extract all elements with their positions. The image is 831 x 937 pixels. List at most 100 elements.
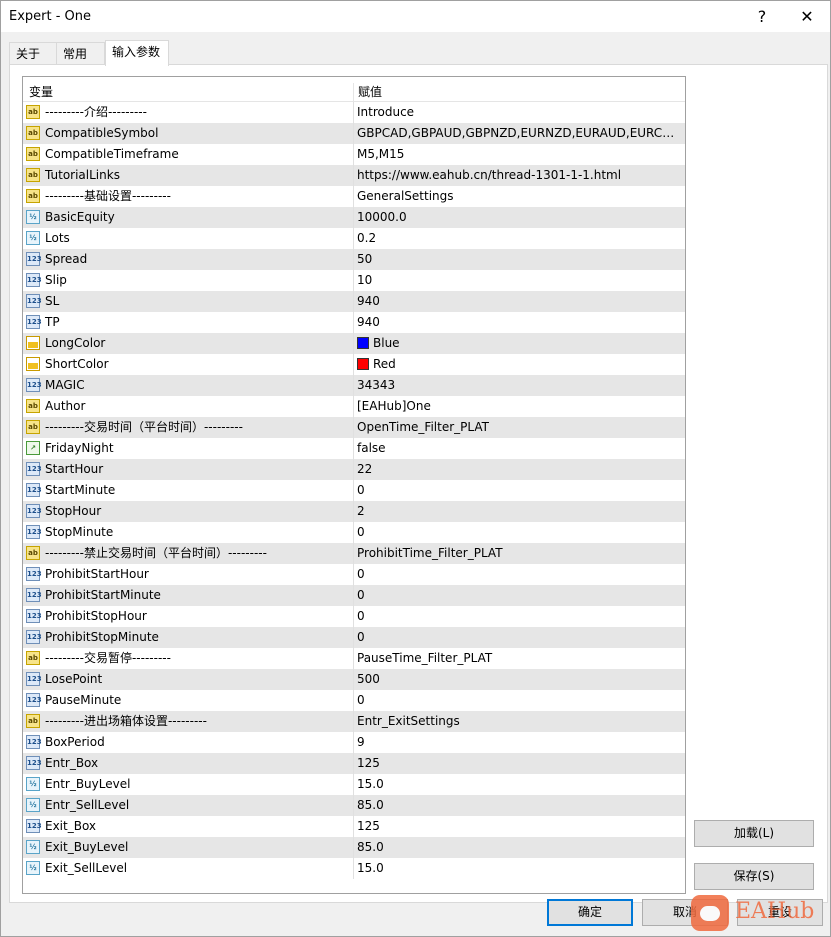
parameter-value[interactable]: [EAHub]One (357, 396, 682, 417)
load-button[interactable]: 加载(L) (694, 820, 814, 847)
tab-about[interactable]: 关于 (9, 42, 58, 64)
cell-divider (353, 501, 354, 522)
column-header-value[interactable]: 赋值 (358, 83, 382, 100)
parameter-row[interactable]: 123 LosePoint 500 (23, 669, 685, 690)
parameter-value[interactable]: 0 (357, 690, 682, 711)
parameter-value[interactable]: 940 (357, 312, 682, 333)
parameter-value[interactable]: 0 (357, 564, 682, 585)
tab-inputs[interactable]: 输入参数 (105, 40, 169, 66)
parameter-row[interactable]: 123 StopMinute 0 (23, 522, 685, 543)
parameter-row[interactable]: ab Author [EAHub]One (23, 396, 685, 417)
parameter-value[interactable]: Entr_ExitSettings (357, 711, 682, 732)
parameter-row[interactable]: ab ---------介绍--------- Introduce (23, 102, 685, 123)
ab-type-icon: ab (26, 147, 40, 161)
parameter-row[interactable]: ½ Exit_BuyLevel 85.0 (23, 837, 685, 858)
parameter-row[interactable]: ↗ FridayNight false (23, 438, 685, 459)
parameter-value[interactable]: 34343 (357, 375, 682, 396)
ok-button[interactable]: 确定 (547, 899, 633, 926)
help-button[interactable]: ? (739, 1, 785, 32)
parameter-row[interactable]: ab TutorialLinks https://www.eahub.cn/thre… (23, 165, 685, 186)
num-type-icon: 123 (26, 756, 42, 770)
parameter-value[interactable]: 0 (357, 606, 682, 627)
parameter-value[interactable]: 940 (357, 291, 682, 312)
parameter-value[interactable]: 0.2 (357, 228, 682, 249)
parameter-row[interactable]: 123 ProhibitStartHour 0 (23, 564, 685, 585)
column-header-variable[interactable]: 变量 (29, 83, 53, 100)
color-swatch[interactable] (357, 358, 369, 370)
num-type-icon: 123 (26, 462, 42, 476)
parameter-value[interactable]: 9 (357, 732, 682, 753)
parameter-row[interactable]: ab CompatibleSymbol GBPCAD,GBPAUD,GBPNZD,E… (23, 123, 685, 144)
parameter-value[interactable]: Blue (357, 333, 682, 354)
tab-common[interactable]: 常用 (56, 42, 105, 64)
parameter-row[interactable]: ShortColor Red (23, 354, 685, 375)
parameter-value[interactable]: 10000.0 (357, 207, 682, 228)
parameter-row[interactable]: ½ Entr_SellLevel 85.0 (23, 795, 685, 816)
parameter-name: Entr_SellLevel (45, 798, 130, 812)
parameter-name: Author (45, 399, 86, 413)
parameter-row[interactable]: 123 Slip 10 (23, 270, 685, 291)
parameter-value[interactable]: GeneralSettings (357, 186, 682, 207)
parameter-value[interactable]: OpenTime_Filter_PLAT (357, 417, 682, 438)
parameter-row[interactable]: 123 StartMinute 0 (23, 480, 685, 501)
parameter-value[interactable]: 50 (357, 249, 682, 270)
color-swatch[interactable] (357, 337, 369, 349)
parameter-value[interactable]: 2 (357, 501, 682, 522)
parameter-value[interactable]: 125 (357, 816, 682, 837)
parameter-row[interactable]: 123 Exit_Box 125 (23, 816, 685, 837)
parameter-value[interactable]: 500 (357, 669, 682, 690)
parameter-row[interactable]: ab ---------基础设置--------- GeneralSettings (23, 186, 685, 207)
parameter-row[interactable]: 123 ProhibitStartMinute 0 (23, 585, 685, 606)
dbl-type-icon: ½ (26, 840, 40, 854)
parameter-row[interactable]: ab CompatibleTimeframe M5,M15 (23, 144, 685, 165)
parameter-row[interactable]: 123 ProhibitStopHour 0 (23, 606, 685, 627)
parameter-value[interactable]: 10 (357, 270, 682, 291)
cell-divider (353, 585, 354, 606)
parameter-name: Entr_Box (45, 756, 99, 770)
parameter-value[interactable]: false (357, 438, 682, 459)
parameter-value[interactable]: ProhibitTime_Filter_PLAT (357, 543, 682, 564)
parameter-name: Exit_Box (45, 819, 97, 833)
parameter-row[interactable]: ab ---------交易时间（平台时间）--------- OpenTime_F… (23, 417, 685, 438)
parameter-row[interactable]: 123 Spread 50 (23, 249, 685, 270)
parameter-row[interactable]: 123 BoxPeriod 9 (23, 732, 685, 753)
parameter-value[interactable]: M5,M15 (357, 144, 682, 165)
parameter-value[interactable]: https://www.eahub.cn/thread-1301-1-1.htm… (357, 165, 682, 186)
parameter-row[interactable]: 123 PauseMinute 0 (23, 690, 685, 711)
parameter-value[interactable]: 0 (357, 522, 682, 543)
parameter-value[interactable]: Red (357, 354, 682, 375)
parameter-value[interactable]: 85.0 (357, 795, 682, 816)
save-button[interactable]: 保存(S) (694, 863, 814, 890)
parameter-row[interactable]: 123 StopHour 2 (23, 501, 685, 522)
parameter-value[interactable]: 15.0 (357, 858, 682, 879)
parameter-row[interactable]: 123 SL 940 (23, 291, 685, 312)
parameter-value[interactable]: 22 (357, 459, 682, 480)
parameter-row[interactable]: 123 Entr_Box 125 (23, 753, 685, 774)
parameter-value[interactable]: GBPCAD,GBPAUD,GBPNZD,EURNZD,EURAUD,EURCA… (357, 123, 682, 144)
parameter-row[interactable]: ½ Entr_BuyLevel 15.0 (23, 774, 685, 795)
parameter-value[interactable]: 0 (357, 585, 682, 606)
parameter-value[interactable]: 0 (357, 627, 682, 648)
parameter-value[interactable]: 85.0 (357, 837, 682, 858)
parameter-row[interactable]: ½ Lots 0.2 (23, 228, 685, 249)
parameter-name: SL (45, 294, 60, 308)
parameter-row[interactable]: ½ BasicEquity 10000.0 (23, 207, 685, 228)
parameter-row[interactable]: ab ---------进出场箱体设置--------- Entr_ExitSett… (23, 711, 685, 732)
parameter-row[interactable]: LongColor Blue (23, 333, 685, 354)
parameter-value[interactable]: 125 (357, 753, 682, 774)
parameter-row[interactable]: 123 MAGIC 34343 (23, 375, 685, 396)
parameter-value[interactable]: PauseTime_Filter_PLAT (357, 648, 682, 669)
parameter-row[interactable]: 123 ProhibitStopMinute 0 (23, 627, 685, 648)
close-button[interactable]: ✕ (784, 1, 830, 32)
parameter-value[interactable]: Introduce (357, 102, 682, 123)
color-type-icon (26, 357, 40, 371)
parameter-row[interactable]: 123 StartHour 22 (23, 459, 685, 480)
parameter-row[interactable]: 123 TP 940 (23, 312, 685, 333)
parameter-value[interactable]: 15.0 (357, 774, 682, 795)
parameter-row[interactable]: ab ---------交易暂停--------- PauseTime_Filter… (23, 648, 685, 669)
parameter-row[interactable]: ½ Exit_SellLevel 15.0 (23, 858, 685, 879)
parameter-row[interactable]: ab ---------禁止交易时间（平台时间）--------- Prohibit… (23, 543, 685, 564)
ab-type-icon: ab (26, 399, 40, 413)
parameter-value[interactable]: 0 (357, 480, 682, 501)
parameter-name: Slip (45, 273, 67, 287)
